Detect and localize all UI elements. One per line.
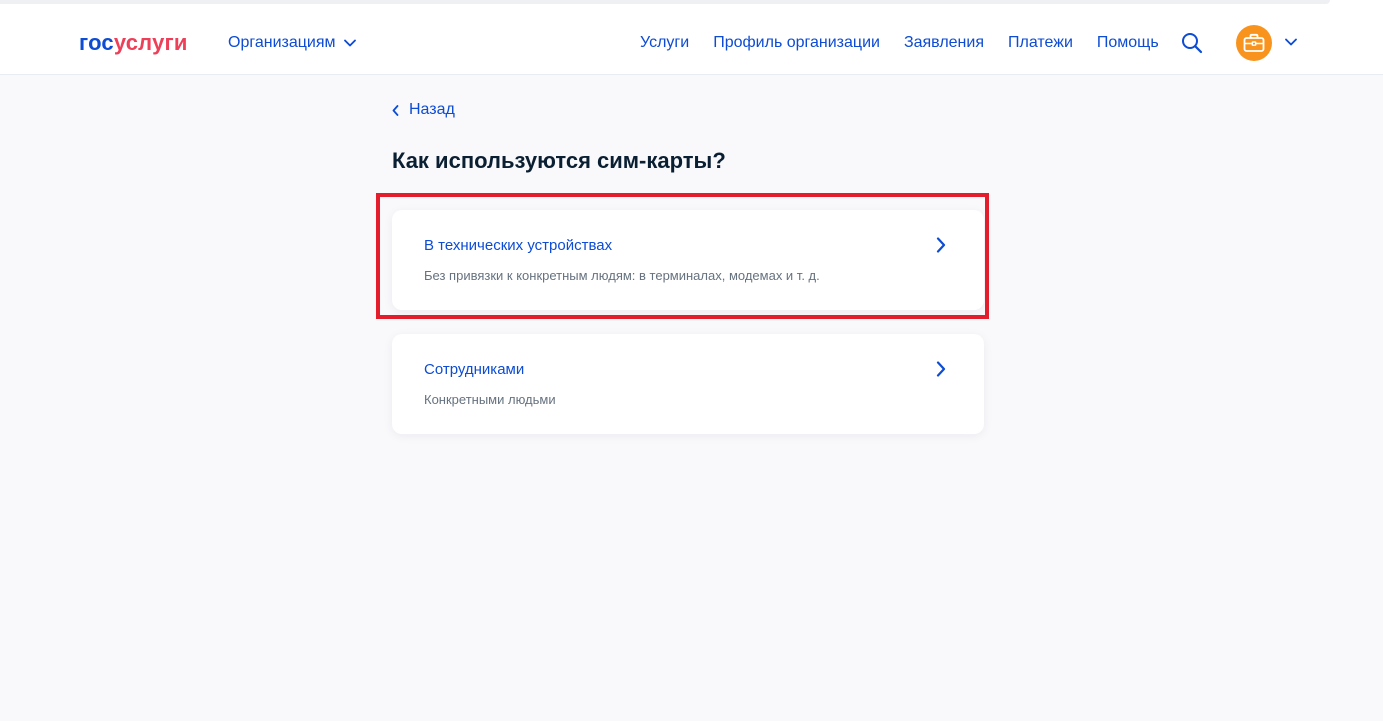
main-nav: Услуги Профиль организации Заявления Пла…	[640, 34, 1159, 52]
organizations-menu-label: Организациям	[228, 34, 336, 51]
logo-part-gos: гос	[79, 30, 114, 55]
option-description: Конкретными людьми	[424, 392, 556, 407]
back-link-label: Назад	[409, 101, 455, 118]
briefcase-icon	[1243, 33, 1265, 52]
site-header: госуслуги Организациям Услуги Профиль ор…	[0, 6, 1383, 75]
option-card-technical-devices[interactable]: В технических устройствах Без привязки к…	[392, 210, 984, 310]
search-icon[interactable]	[1181, 32, 1203, 54]
nav-services[interactable]: Услуги	[640, 34, 689, 52]
organization-avatar[interactable]	[1236, 25, 1272, 61]
page-title: Как используются сим-карты?	[392, 148, 726, 173]
nav-payments[interactable]: Платежи	[1008, 34, 1073, 52]
option-description: Без привязки к конкретным людям: в терми…	[424, 268, 820, 283]
nav-help[interactable]: Помощь	[1097, 34, 1159, 52]
chevron-right-icon	[936, 361, 946, 377]
chevron-left-icon	[392, 104, 399, 116]
option-title: В технических устройствах	[424, 237, 613, 254]
option-card-employees[interactable]: Сотрудниками Конкретными людьми	[392, 334, 984, 434]
back-link[interactable]: Назад	[392, 101, 455, 119]
chevron-down-icon[interactable]	[1285, 38, 1297, 46]
chevron-right-icon	[936, 237, 946, 253]
organizations-menu[interactable]: Организациям	[228, 34, 356, 52]
option-title: Сотрудниками	[424, 361, 525, 378]
logo-part-uslugi: услуги	[113, 30, 188, 55]
gosuslugi-logo[interactable]: госуслуги	[79, 30, 188, 56]
nav-applications[interactable]: Заявления	[904, 34, 984, 52]
browser-top-strip-shadow	[0, 0, 1330, 4]
nav-organization-profile[interactable]: Профиль организации	[713, 34, 880, 52]
chevron-down-icon	[343, 39, 356, 47]
